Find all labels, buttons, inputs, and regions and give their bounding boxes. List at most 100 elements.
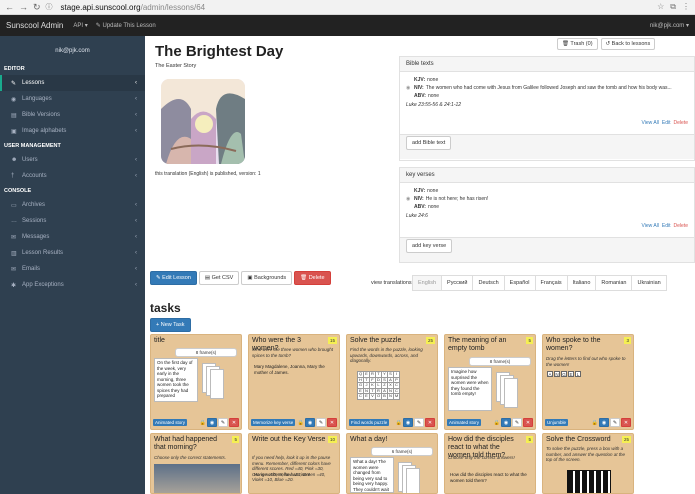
bookmark-star-icon[interactable]: ☆: [657, 2, 664, 12]
task-card[interactable]: title 8 frame(s) On the first day of the w…: [150, 334, 242, 430]
tab-translation[interactable]: Italiano: [566, 275, 597, 291]
sidebar-item-lessons[interactable]: ✎ Lessons ‹: [0, 75, 145, 91]
version-label: KJV:: [414, 188, 426, 194]
edit-link[interactable]: Edit: [662, 223, 671, 229]
update-lesson-link[interactable]: ✎ Update This Lesson: [96, 22, 156, 29]
get-csv-button[interactable]: ▤ Get CSV: [198, 271, 240, 285]
delete-icon[interactable]: ✕: [229, 418, 239, 427]
task-type-badge: Animated story: [153, 419, 188, 426]
back-arrow-icon[interactable]: ←: [5, 2, 14, 12]
tab-translation[interactable]: Ukrainian: [631, 275, 667, 291]
sidebar-item-users[interactable]: ☻ Users ‹: [0, 152, 145, 168]
sidebar-item-bible-versions[interactable]: ▤ Bible Versions ‹: [0, 107, 145, 123]
task-content: How did the disciples react to what the …: [450, 472, 527, 483]
sidebar-item-image-alphabets[interactable]: ▣ Image alphabets ‹: [0, 123, 145, 139]
page-subtitle: The Easter Story: [155, 63, 197, 69]
reload-icon[interactable]: ↻: [33, 2, 41, 12]
verse-row: ABV: none: [406, 92, 688, 100]
add-bible-text-button[interactable]: add Bible text: [406, 136, 452, 150]
tab-translation[interactable]: Español: [503, 275, 536, 291]
menu-icon[interactable]: ⋮: [682, 2, 690, 12]
edit-icon[interactable]: ✎: [218, 418, 228, 427]
tab-translation[interactable]: Romanian: [595, 275, 633, 291]
sidebar-item-languages[interactable]: ◉ Languages ‹: [0, 91, 145, 107]
unjumble-letters: ANGEL: [547, 371, 581, 377]
sidebar-item-app-exceptions[interactable]: ✱ App Exceptions ‹: [0, 277, 145, 293]
view-all-link[interactable]: View All: [642, 223, 659, 229]
task-card[interactable]: Write out the Key Verse 10 If you need hel…: [248, 433, 340, 494]
chevron-left-icon: ‹: [135, 80, 137, 86]
view-icon[interactable]: ◉: [403, 418, 413, 427]
delete-link[interactable]: Delete: [674, 120, 688, 126]
sidebar-item-archives[interactable]: ▭ Archives ‹: [0, 197, 145, 213]
task-card[interactable]: Solve the Crossword 25 To solve the puzzle…: [542, 433, 634, 494]
task-actions: Memorize key verse 🔒 ◉ ✎ ✕: [251, 418, 337, 427]
task-card[interactable]: The meaning of an empty tomb 5 8 frame(s) I…: [444, 334, 536, 430]
forward-arrow-icon[interactable]: →: [19, 2, 28, 12]
delete-link[interactable]: Delete: [674, 223, 688, 229]
tab-translation[interactable]: Deutsch: [472, 275, 505, 291]
trash-button[interactable]: 🗑 Trash (0): [557, 38, 598, 50]
sidebar-item-accounts[interactable]: † Accounts ‹: [0, 168, 145, 184]
view-all-link[interactable]: View All: [642, 120, 659, 126]
sessions-icon: …: [11, 218, 17, 224]
frames-count: 8 frame(s): [469, 357, 531, 366]
delete-lesson-button[interactable]: 🗑 Delete: [294, 271, 331, 285]
task-card[interactable]: Who spoke to the women? 3 Drag the letters…: [542, 334, 634, 430]
lock-icon: 🔒: [395, 419, 402, 426]
back-to-lessons-button[interactable]: ↺ Back to lessons: [600, 38, 656, 50]
task-score-badge: 15: [327, 337, 337, 344]
task-card[interactable]: What had happened that morning? 5 Choose o…: [150, 433, 242, 494]
task-title: The meaning of an empty tomb: [448, 337, 507, 352]
task-type-badge: Unjumble: [545, 419, 569, 426]
delete-icon[interactable]: ✕: [523, 418, 533, 427]
task-card[interactable]: How did the disciples react to what the …: [444, 433, 536, 494]
view-icon[interactable]: ◉: [207, 418, 217, 427]
sidebar-item-emails[interactable]: ✉ Emails ‹: [0, 261, 145, 277]
backgrounds-button[interactable]: ▣ Backgrounds: [241, 271, 293, 285]
radio-icon[interactable]: ◉: [406, 84, 414, 92]
edit-icon[interactable]: ✎: [316, 418, 326, 427]
task-card[interactable]: Solve the puzzle 25 Find the words in the …: [346, 334, 438, 430]
tab-translation[interactable]: Français: [534, 275, 568, 291]
users-icon: ☻: [11, 157, 18, 163]
view-icon[interactable]: ◉: [305, 418, 315, 427]
view-icon[interactable]: ◉: [501, 418, 511, 427]
api-dropdown[interactable]: API ▾: [73, 22, 87, 29]
task-score-badge: 5: [526, 337, 533, 344]
version-label: KJV:: [414, 77, 426, 83]
verse-row: ◉ NIV: He is not here; he has risen!: [406, 195, 688, 203]
edit-link[interactable]: Edit: [662, 120, 671, 126]
add-key-verse-button[interactable]: add key verse: [406, 239, 453, 253]
task-card[interactable]: What a day! 6 frame(s) What a day! The wom…: [346, 433, 438, 494]
task-card[interactable]: Who were the 3 women? 15 Who were the thre…: [248, 334, 340, 430]
new-task-button[interactable]: + New Task: [150, 318, 191, 332]
sidebar-item-sessions[interactable]: … Sessions ‹: [0, 213, 145, 229]
delete-icon[interactable]: ✕: [621, 418, 631, 427]
task-score-badge: 25: [425, 337, 435, 344]
chevron-left-icon: ‹: [135, 112, 137, 118]
sidebar-item-lesson-results[interactable]: ▥ Lesson Results ‹: [0, 245, 145, 261]
edit-icon[interactable]: ✎: [610, 418, 620, 427]
verse-text: none: [427, 93, 440, 99]
radio-icon[interactable]: ◉: [406, 195, 414, 203]
sidebar-item-label: Image alphabets: [22, 128, 67, 134]
address-bar[interactable]: stage.api.sunscool.org/admin/lessons/64: [61, 3, 206, 12]
brand-link[interactable]: Sunscool Admin: [6, 21, 63, 30]
edit-icon[interactable]: ✎: [414, 418, 424, 427]
chevron-left-icon: ‹: [135, 202, 137, 208]
extension-icon[interactable]: ⧉: [670, 2, 676, 12]
sidebar-item-messages[interactable]: ✉ Messages ‹: [0, 229, 145, 245]
view-icon[interactable]: ◉: [599, 418, 609, 427]
delete-icon[interactable]: ✕: [425, 418, 435, 427]
user-dropdown[interactable]: nik@pjk.com ▾: [650, 22, 689, 29]
letter-tile: L: [575, 371, 581, 377]
tab-translation[interactable]: Русский: [441, 275, 474, 291]
tab-english[interactable]: English: [412, 275, 443, 291]
task-type-badge: Find words puzzle: [349, 419, 390, 426]
edit-icon[interactable]: ✎: [512, 418, 522, 427]
sidebar-item-label: Lessons: [22, 80, 45, 86]
delete-icon[interactable]: ✕: [327, 418, 337, 427]
edit-lesson-button[interactable]: ✎ Edit Lesson: [150, 271, 197, 285]
task-image: [154, 464, 240, 493]
